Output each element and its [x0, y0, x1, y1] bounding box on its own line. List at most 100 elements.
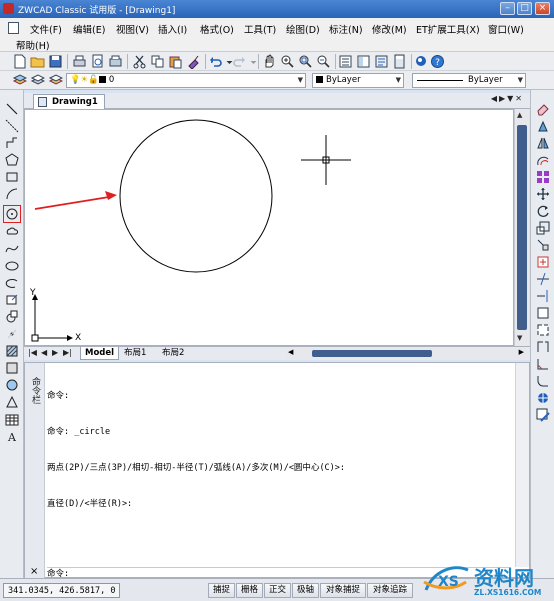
command-scrollbar[interactable] [515, 363, 529, 567]
layer-previous-icon[interactable] [30, 73, 45, 88]
zoom-previous-icon[interactable] [316, 54, 331, 69]
menu-modify[interactable]: 修改(M) [372, 22, 407, 36]
menu-dimension[interactable]: 标注(N) [329, 22, 363, 36]
break-at-point-icon[interactable] [536, 306, 550, 320]
fillet-icon[interactable] [536, 374, 550, 388]
explode-icon[interactable] [536, 391, 550, 405]
redo-icon[interactable] [232, 54, 247, 69]
tool-palettes-icon[interactable] [374, 54, 389, 69]
tab-layout1[interactable]: 布局1 [120, 347, 150, 360]
color-dropdown[interactable]: ByLayer ▼ [312, 73, 404, 88]
circle-icon[interactable] [5, 207, 19, 221]
maximize-button[interactable]: □ [517, 2, 532, 15]
drawing-canvas[interactable]: Y X [24, 109, 514, 346]
find-icon[interactable] [414, 54, 429, 69]
properties-icon[interactable] [338, 54, 353, 69]
gradient-icon[interactable] [5, 361, 19, 375]
rotate-icon[interactable] [536, 204, 550, 218]
previous-layout-icon[interactable]: ◀ [41, 348, 47, 357]
insert-block-icon[interactable] [5, 293, 19, 307]
revision-cloud-icon[interactable] [5, 225, 19, 239]
redo-dropdown-icon[interactable] [246, 54, 257, 69]
minimize-button[interactable]: – [500, 2, 515, 15]
vertical-scrollbar[interactable]: ▲ ▼ [514, 109, 529, 346]
open-folder-icon[interactable] [30, 54, 45, 69]
scroll-down-icon[interactable]: ▼ [517, 334, 522, 342]
design-center-icon[interactable] [356, 54, 371, 69]
stretch-icon[interactable] [536, 238, 550, 252]
calculator-icon[interactable] [392, 54, 407, 69]
move-icon[interactable] [536, 187, 550, 201]
spline-icon[interactable] [5, 242, 19, 256]
linetype-dropdown[interactable]: ByLayer ▼ [412, 73, 526, 88]
copy-object-icon[interactable] [536, 119, 550, 133]
trim-icon[interactable] [536, 272, 550, 286]
scroll-up-icon[interactable]: ▲ [517, 111, 522, 119]
horizontal-scrollbar[interactable]: ◀ ▶ [286, 348, 526, 359]
menu-insert[interactable]: 插入(I) [158, 22, 187, 36]
menu-format[interactable]: 格式(O) [200, 22, 234, 36]
ortho-toggle[interactable]: 正交 [264, 583, 291, 598]
edit-properties-icon[interactable] [536, 408, 550, 422]
print-preview-icon[interactable] [90, 54, 105, 69]
pan-icon[interactable] [262, 54, 277, 69]
menu-help[interactable]: 帮助(H) [16, 38, 50, 52]
array-icon[interactable] [536, 170, 550, 184]
table-icon[interactable] [5, 413, 19, 427]
save-icon[interactable] [48, 54, 63, 69]
polyline-icon[interactable] [5, 136, 19, 150]
object-snap-toggle[interactable]: 对象捕捉 [320, 583, 366, 598]
scroll-left-icon[interactable]: ◀ [288, 348, 293, 356]
construction-line-icon[interactable] [5, 119, 19, 133]
tab-navigation[interactable]: ◀▶▼✕ [491, 94, 524, 103]
tab-model[interactable]: Model [80, 347, 120, 360]
close-icon[interactable]: × [30, 566, 38, 577]
extend-icon[interactable] [536, 289, 550, 303]
chamfer-icon[interactable] [536, 357, 550, 371]
close-button[interactable]: × [535, 2, 550, 15]
snap-toggle[interactable]: 捕捉 [208, 583, 235, 598]
break-icon[interactable] [536, 323, 550, 337]
tab-layout2[interactable]: 布局2 [158, 347, 188, 360]
make-block-icon[interactable] [5, 310, 19, 324]
publish-icon[interactable] [108, 54, 123, 69]
copy-icon[interactable] [150, 54, 165, 69]
menu-edit[interactable]: 编辑(E) [73, 22, 105, 36]
match-properties-icon[interactable] [186, 54, 201, 69]
menu-view[interactable]: 视图(V) [116, 22, 149, 36]
lengthen-icon[interactable] [536, 255, 550, 269]
next-layout-icon[interactable]: ▶ [52, 348, 58, 357]
erase-icon[interactable] [536, 102, 550, 116]
arc-icon[interactable] [5, 187, 19, 201]
join-icon[interactable] [536, 340, 550, 354]
last-layout-icon[interactable]: ▶| [63, 348, 72, 357]
boundary-icon[interactable] [5, 395, 19, 409]
object-track-toggle[interactable]: 对象追踪 [367, 583, 413, 598]
layer-state-icon[interactable] [48, 73, 63, 88]
scroll-right-icon[interactable]: ▶ [519, 348, 524, 356]
undo-dropdown-icon[interactable] [222, 54, 233, 69]
vertical-scroll-thumb[interactable] [517, 125, 527, 330]
grid-toggle[interactable]: 栅格 [236, 583, 263, 598]
menu-tools[interactable]: 工具(T) [244, 22, 276, 36]
new-file-icon[interactable] [12, 54, 27, 69]
scale-icon[interactable] [536, 221, 550, 235]
ellipse-arc-icon[interactable] [5, 276, 19, 290]
layer-dropdown[interactable]: 💡☀🔓 0 ▼ [66, 73, 306, 88]
ellipse-icon[interactable] [5, 259, 19, 273]
rectangle-icon[interactable] [5, 170, 19, 184]
polygon-icon[interactable] [5, 153, 19, 167]
command-window-grip[interactable]: 命令栏 × [25, 363, 45, 579]
paste-icon[interactable] [168, 54, 183, 69]
layer-manager-icon[interactable] [12, 73, 27, 88]
polar-toggle[interactable]: 极轴 [292, 583, 319, 598]
mirror-icon[interactable] [536, 136, 550, 150]
print-icon[interactable] [72, 54, 87, 69]
tab-drawing1[interactable]: Drawing1 [33, 94, 105, 109]
multiline-text-icon[interactable]: A [5, 430, 19, 444]
menu-et-tools[interactable]: ET扩展工具(X) [416, 22, 480, 36]
help-icon[interactable]: ? [430, 54, 445, 69]
undo-icon[interactable] [208, 54, 223, 69]
region-icon[interactable] [5, 378, 19, 392]
cut-icon[interactable] [132, 54, 147, 69]
